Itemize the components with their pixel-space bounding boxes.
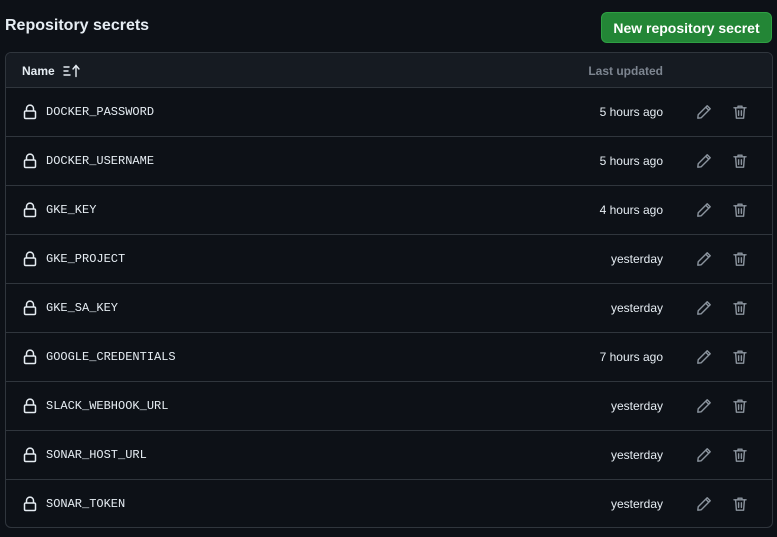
pencil-icon[interactable] bbox=[695, 201, 713, 219]
pencil-icon[interactable] bbox=[695, 299, 713, 317]
trash-icon[interactable] bbox=[731, 152, 749, 170]
secret-row: GOOGLE_CREDENTIALS 7 hours ago bbox=[6, 333, 772, 382]
pencil-icon[interactable] bbox=[695, 446, 713, 464]
trash-icon[interactable] bbox=[731, 397, 749, 415]
secret-name: SONAR_HOST_URL bbox=[46, 448, 147, 462]
new-repository-secret-button[interactable]: New repository secret bbox=[601, 12, 772, 43]
lock-icon bbox=[23, 447, 37, 463]
secret-last-updated: 5 hours ago bbox=[599, 154, 663, 168]
trash-icon[interactable] bbox=[731, 250, 749, 268]
name-column-label: Name bbox=[22, 63, 55, 78]
trash-icon[interactable] bbox=[731, 103, 749, 121]
trash-icon[interactable] bbox=[731, 348, 749, 366]
trash-icon[interactable] bbox=[731, 201, 749, 219]
secrets-page: Repository secrets New repository secret… bbox=[0, 0, 777, 537]
secret-row: DOCKER_PASSWORD 5 hours ago bbox=[6, 88, 772, 137]
pencil-icon[interactable] bbox=[695, 103, 713, 121]
lock-icon bbox=[23, 349, 37, 365]
lock-icon bbox=[23, 202, 37, 218]
secrets-list: DOCKER_PASSWORD 5 hours ago DOCKER_USERN… bbox=[6, 88, 772, 527]
trash-icon[interactable] bbox=[731, 495, 749, 513]
lock-icon bbox=[23, 398, 37, 414]
pencil-icon[interactable] bbox=[695, 152, 713, 170]
lock-icon bbox=[23, 251, 37, 267]
secret-last-updated: yesterday bbox=[610, 448, 663, 462]
name-column-header[interactable]: Name bbox=[22, 53, 81, 88]
secret-name: SONAR_TOKEN bbox=[46, 497, 126, 511]
secret-last-updated: yesterday bbox=[610, 399, 663, 413]
secret-row: SONAR_HOST_URL yesterday bbox=[6, 431, 772, 480]
secret-last-updated: yesterday bbox=[610, 497, 663, 511]
secret-last-updated: yesterday bbox=[610, 301, 663, 315]
pencil-icon[interactable] bbox=[695, 495, 713, 513]
secret-row: DOCKER_USERNAME 5 hours ago bbox=[6, 137, 772, 186]
trash-icon[interactable] bbox=[731, 299, 749, 317]
trash-icon[interactable] bbox=[731, 446, 749, 464]
secret-name: DOCKER_PASSWORD bbox=[46, 105, 155, 119]
pencil-icon[interactable] bbox=[695, 250, 713, 268]
pencil-icon[interactable] bbox=[695, 397, 713, 415]
secret-last-updated: 4 hours ago bbox=[599, 203, 663, 217]
secret-row: GKE_PROJECT yesterday bbox=[6, 235, 772, 284]
pencil-icon[interactable] bbox=[695, 348, 713, 366]
secret-name: DOCKER_USERNAME bbox=[46, 154, 155, 168]
lock-icon bbox=[23, 153, 37, 169]
lock-icon bbox=[23, 496, 37, 512]
secret-name: SLACK_WEBHOOK_URL bbox=[46, 399, 169, 413]
table-header: Name Last updated bbox=[6, 53, 772, 88]
secret-last-updated: yesterday bbox=[610, 252, 663, 266]
secret-row: SLACK_WEBHOOK_URL yesterday bbox=[6, 382, 772, 431]
secret-name: GKE_KEY bbox=[46, 203, 97, 217]
secrets-table: Name Last updated DOCKER_PASSWORD 5 hour… bbox=[5, 52, 773, 528]
page-title: Repository secrets bbox=[5, 17, 150, 34]
secret-name: GKE_PROJECT bbox=[46, 252, 126, 266]
secret-row: GKE_KEY 4 hours ago bbox=[6, 186, 772, 235]
secret-row: GKE_SA_KEY yesterday bbox=[6, 284, 772, 333]
lock-icon bbox=[23, 300, 37, 316]
secret-last-updated: 7 hours ago bbox=[599, 350, 663, 364]
secret-name: GOOGLE_CREDENTIALS bbox=[46, 350, 176, 364]
sort-ascending-icon[interactable] bbox=[62, 63, 81, 78]
last-updated-column-header: Last updated bbox=[588, 63, 663, 78]
secret-name: GKE_SA_KEY bbox=[46, 301, 119, 315]
secret-row: SONAR_TOKEN yesterday bbox=[6, 480, 772, 527]
lock-icon bbox=[23, 104, 37, 120]
secret-last-updated: 5 hours ago bbox=[599, 105, 663, 119]
